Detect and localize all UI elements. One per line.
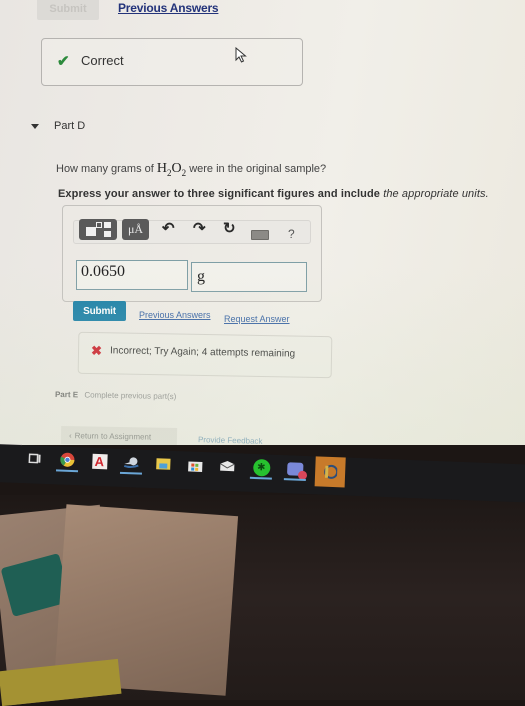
- provide-feedback-link[interactable]: Provide Feedback: [198, 435, 263, 445]
- return-to-assignment-button[interactable]: ‹ Return to Assignment: [60, 425, 178, 445]
- instruction-italic: the appropriate units.: [383, 188, 489, 200]
- correct-feedback-box: ✔ Correct: [41, 38, 303, 86]
- keyboard-icon[interactable]: [251, 230, 269, 240]
- question-suffix: were in the original sample?: [189, 163, 327, 175]
- chemical-formula: H2O2: [156, 161, 187, 178]
- razer-icon[interactable]: ✱: [249, 458, 273, 480]
- units-button[interactable]: μÅ: [122, 219, 149, 240]
- help-button[interactable]: ?: [288, 227, 295, 241]
- part-e-row: Part E Complete previous part(s): [55, 390, 177, 401]
- file-explorer-icon[interactable]: [152, 454, 175, 473]
- previous-answers-link[interactable]: Previous Answers: [139, 310, 211, 320]
- part-d-title[interactable]: Part D: [54, 120, 85, 132]
- chrome-icon[interactable]: [55, 450, 79, 473]
- discord-icon[interactable]: [283, 459, 308, 481]
- taskbar: A ✱: [0, 444, 525, 503]
- undo-icon[interactable]: ↶: [162, 221, 175, 237]
- answer-unit-input[interactable]: g: [191, 262, 307, 292]
- browser-screen: Submit Previous Answers ✔ Correct Part D…: [0, 0, 525, 445]
- incorrect-feedback-text: Incorrect; Try Again; 4 attempts remaini…: [109, 345, 296, 360]
- question-prefix: How many grams of: [56, 163, 154, 175]
- request-answer-link[interactable]: Request Answer: [224, 314, 290, 324]
- x-icon: ✖: [90, 343, 103, 359]
- templates-button[interactable]: [79, 219, 117, 240]
- instruction-text: Express your answer to three significant…: [58, 188, 489, 200]
- part-c-previous-answers-link[interactable]: Previous Answers: [118, 1, 219, 15]
- part-d-collapse-toggle-icon[interactable]: [31, 124, 39, 129]
- chevron-left-icon: ‹: [68, 430, 72, 440]
- mail-icon[interactable]: [216, 457, 239, 476]
- incorrect-feedback-box: ✖ Incorrect; Try Again; 4 attempts remai…: [77, 331, 333, 379]
- acrobat-icon[interactable]: A: [88, 452, 111, 471]
- steam-icon[interactable]: [119, 453, 143, 475]
- submit-button[interactable]: Submit: [73, 301, 126, 321]
- redo-icon[interactable]: ↷: [193, 221, 206, 237]
- task-view-icon[interactable]: [24, 449, 47, 468]
- reset-icon[interactable]: ↻: [223, 221, 236, 237]
- return-label: Return to Assignment: [74, 430, 152, 442]
- part-e-status: Complete previous part(s): [84, 390, 177, 402]
- answer-value-input[interactable]: 0.0650: [76, 260, 188, 290]
- instruction-bold: Express your answer to three significant…: [58, 188, 381, 200]
- part-e-title: Part E: [54, 389, 79, 400]
- correct-feedback-text: Correct: [81, 53, 124, 68]
- microsoft-store-icon[interactable]: [184, 455, 207, 474]
- mouse-cursor-icon: [235, 47, 247, 63]
- check-icon: ✔: [57, 53, 70, 70]
- part-c-submit-button[interactable]: Submit: [37, 0, 99, 20]
- question-text: How many grams of H2O2 were in the origi…: [56, 161, 326, 178]
- league-of-legends-icon[interactable]: [314, 456, 346, 488]
